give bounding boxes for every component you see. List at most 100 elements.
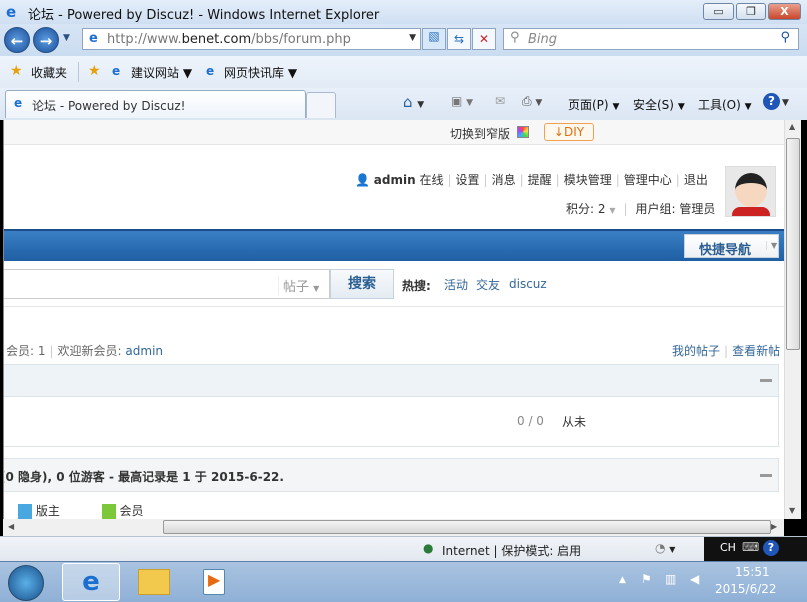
page-menu[interactable]: 页面(P) ▼ <box>568 96 619 113</box>
search-input[interactable]: ⚲ Bing ⚲ <box>503 28 799 50</box>
print-icon[interactable]: ⎙ ▼ <box>522 94 542 109</box>
search-button[interactable]: 搜索 <box>330 269 394 299</box>
horizontal-scrollbar[interactable]: ◀ ▶ <box>3 519 784 536</box>
add-favorite-icon[interactable]: ★ <box>88 63 101 79</box>
hot-search-link[interactable]: 活动 <box>444 276 468 293</box>
horizontal-scroll-thumb[interactable] <box>163 520 771 534</box>
mail-icon[interactable]: ✉ <box>495 94 505 108</box>
ie-page-icon: e <box>206 64 215 78</box>
suggested-sites[interactable]: 建议网站 ▼ <box>131 64 192 81</box>
thread-post-count: 0 / 0 <box>517 414 544 428</box>
tab-row: e 论坛 - Powered by Discuz! ⌂ ▼ ▣ ▼ ✉ ⎙ ▼ … <box>0 88 807 120</box>
search-placeholder: Bing <box>528 32 558 47</box>
page-icon: e <box>89 31 98 46</box>
favorites-button[interactable]: 收藏夹 <box>31 64 67 81</box>
language-bar: CH ⌨ ? <box>704 537 807 561</box>
ie-taskbar-button[interactable]: e <box>62 563 120 601</box>
compatibility-view-icon[interactable]: ▧ <box>422 28 446 50</box>
security-zone[interactable]: Internet | 保护模式: 启用 <box>442 542 581 559</box>
module-manage-link[interactable]: 模块管理 <box>564 173 612 187</box>
stop-icon[interactable]: ✕ <box>472 28 496 50</box>
hot-search-link[interactable]: discuz <box>509 277 547 291</box>
online-members-header: (0 隐身), 0 位游客 - 最高记录是 1 于 2015-6-22. <box>4 458 779 492</box>
admin-center-link[interactable]: 管理中心 <box>624 173 672 187</box>
forum-row: 0 / 0 从未 <box>4 397 779 447</box>
volume-icon[interactable]: ◀ <box>690 572 699 586</box>
refresh-icon[interactable]: ⇆ <box>447 28 471 50</box>
tab-label: 论坛 - Powered by Discuz! <box>32 99 186 113</box>
tab-forum[interactable]: e 论坛 - Powered by Discuz! <box>5 90 306 118</box>
maximize-button[interactable]: ❐ <box>736 3 766 20</box>
show-hidden-icons[interactable]: ▲ <box>619 575 626 585</box>
switch-narrow-link[interactable]: 切换到窄版 <box>450 125 510 142</box>
search-go-icon[interactable]: ⚲ <box>780 30 790 45</box>
hot-search-link[interactable]: 交友 <box>476 276 500 293</box>
clock-time[interactable]: 15:51 <box>735 565 770 579</box>
explorer-taskbar-button[interactable] <box>138 569 170 595</box>
home-icon[interactable]: ⌂ ▼ <box>403 93 424 111</box>
action-center-icon[interactable]: ⚑ <box>641 572 652 586</box>
safety-menu[interactable]: 安全(S) ▼ <box>633 96 685 113</box>
view-new-posts-link[interactable]: 查看新帖 <box>732 344 780 358</box>
ie-page-icon: e <box>112 64 121 78</box>
avatar[interactable] <box>725 166 776 217</box>
points-dropdown[interactable]: 积分: 2 ▼ <box>566 202 615 216</box>
tools-menu[interactable]: 工具(O) ▼ <box>698 96 752 113</box>
vertical-scrollbar[interactable]: ▲ ▼ <box>784 120 801 519</box>
url-host: benet.com <box>181 32 252 47</box>
close-button[interactable]: X <box>768 3 801 20</box>
new-member-link[interactable]: admin <box>125 344 163 358</box>
online-legend: 版主 会员 <box>18 502 144 519</box>
username-link[interactable]: admin <box>374 173 416 187</box>
member-icon <box>101 504 116 519</box>
clock-date[interactable]: 2015/6/22 <box>715 582 777 596</box>
help-dropdown-icon[interactable]: ▼ <box>782 98 789 108</box>
diy-button[interactable]: ↓DIY <box>544 123 594 141</box>
start-button[interactable] <box>8 565 44 601</box>
collapse-icon[interactable] <box>760 474 772 477</box>
welcome-label: 欢迎新会员: <box>57 344 122 358</box>
help-icon[interactable]: ? <box>763 540 779 556</box>
messages-link[interactable]: 消息 <box>492 173 516 187</box>
last-post: 从未 <box>562 415 587 429</box>
forward-button[interactable]: → <box>33 27 59 53</box>
feeds-icon[interactable]: ▣ ▼ <box>451 94 473 108</box>
collapse-icon[interactable] <box>760 379 772 382</box>
minimize-button[interactable]: ▭ <box>703 3 734 20</box>
web-slice-gallery[interactable]: 网页快讯库 ▼ <box>224 64 297 81</box>
history-dropdown-icon[interactable]: ▼ <box>63 33 70 43</box>
search-type-select[interactable]: 帖子 ▼ <box>278 276 319 295</box>
logout-link[interactable]: 退出 <box>684 173 708 187</box>
network-icon[interactable]: ▥ <box>665 572 676 586</box>
taskbar: e ▶ ▲ ⚑ ▥ ◀ 15:51 2015/6/22 <box>0 561 807 602</box>
address-bar[interactable]: e http://www.benet.com/bbs/forum.php ▼ <box>82 28 421 50</box>
online-status: 在线 <box>419 173 444 187</box>
media-player-taskbar-button[interactable]: ▶ <box>203 569 225 595</box>
my-posts-link[interactable]: 我的帖子 <box>672 344 720 358</box>
search-row: 帖子 ▼ 搜索 热搜: 活动 交友 discuz <box>4 262 784 307</box>
member-label: 会员 <box>119 504 144 518</box>
user-icon: 👤 <box>355 173 370 187</box>
globe-icon: ● <box>423 541 434 555</box>
top-toolbar: 切换到窄版 ↓DIY <box>4 120 784 145</box>
hot-search-label: 热搜: <box>402 279 431 293</box>
star-icon: ★ <box>10 63 23 79</box>
quick-nav-button[interactable]: 快捷导航 ▼ <box>684 234 779 258</box>
settings-link[interactable]: 设置 <box>456 173 480 187</box>
input-language[interactable]: CH <box>720 541 736 554</box>
nav-bar: 快捷导航 ▼ <box>4 229 784 261</box>
search-glass-icon: ⚲ <box>510 30 520 45</box>
zoom-icon[interactable]: ◔ ▼ <box>655 541 675 555</box>
new-tab-button[interactable] <box>306 92 336 118</box>
favorites-bar: ★ 收藏夹 ★ e 建议网站 ▼ e 网页快讯库 ▼ <box>0 56 807 88</box>
moderator-icon <box>18 504 32 519</box>
forum-search-input[interactable]: 帖子 ▼ <box>4 269 330 299</box>
back-button[interactable]: ← <box>4 27 30 53</box>
help-icon[interactable]: ? <box>763 93 780 110</box>
vertical-scroll-thumb[interactable] <box>786 138 800 350</box>
color-theme-icon[interactable] <box>517 126 529 138</box>
address-dropdown-icon[interactable]: ▼ <box>409 33 416 43</box>
notifications-link[interactable]: 提醒 <box>528 173 552 187</box>
user-group-link[interactable]: 用户组: 管理员 <box>636 202 716 216</box>
keyboard-icon[interactable]: ⌨ <box>742 540 759 554</box>
